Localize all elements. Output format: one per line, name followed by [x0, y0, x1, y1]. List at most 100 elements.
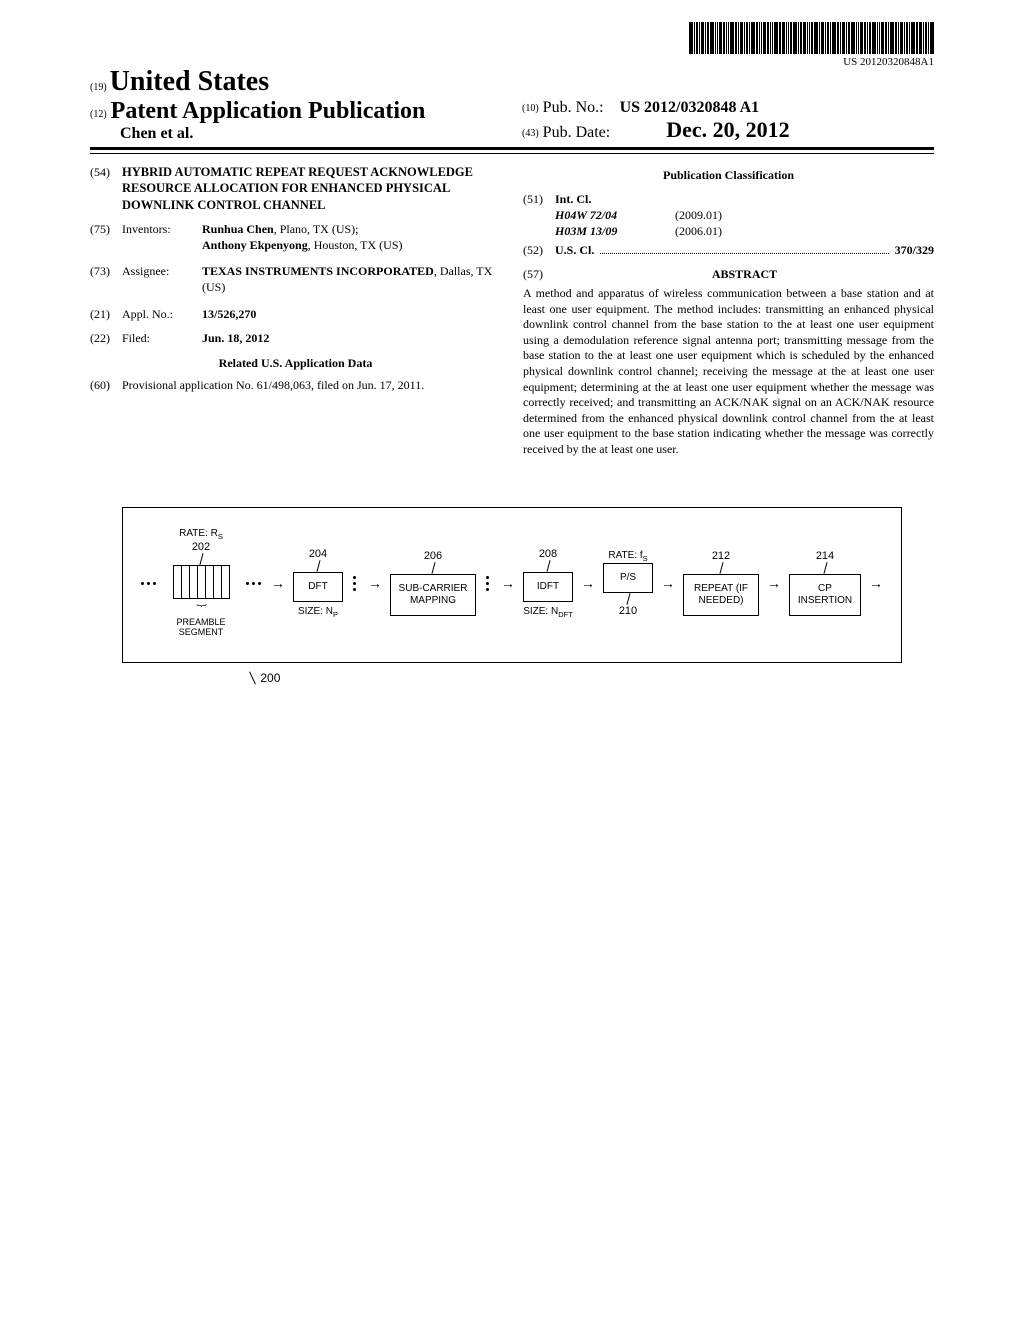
leader-line — [316, 560, 320, 572]
ellipsis-icon — [139, 582, 158, 585]
rate-rs-label: RATE: RS — [179, 528, 223, 541]
ref-212: 212 — [712, 550, 730, 562]
inid-21: (21) — [90, 306, 122, 322]
arrow-right-icon: → — [499, 575, 517, 591]
header-rule — [90, 147, 934, 154]
size-np-label: SIZE: NP — [298, 606, 338, 619]
repeat-block: REPEAT (IF NEEDED) — [683, 574, 759, 616]
size-ndft-label: SIZE: NDFT — [523, 606, 573, 619]
inventor-2-location: , Houston, TX (US) — [308, 238, 403, 252]
intcl-1-code: H04W 72/04 — [555, 207, 675, 223]
arrow-right-icon: → — [659, 575, 677, 591]
intcl-label: Int. Cl. — [555, 191, 934, 207]
inid-51: (51) — [523, 191, 555, 240]
figure-box: RATE: RS 202 ︸ PREAMBLE SEGMENT → 204 — [122, 507, 902, 663]
ref-200: 200 — [260, 671, 280, 685]
barcode-block: US 20120320848A1 — [689, 22, 934, 68]
publication-type: Patent Application Publication — [111, 98, 426, 124]
inid-57: (57) — [523, 266, 555, 282]
arrow-right-icon: → — [765, 575, 783, 591]
related-data-header: Related U.S. Application Data — [90, 356, 501, 371]
inventor-2-name: Anthony Ekpenyong — [202, 238, 308, 252]
publication-number: US 2012/0320848 A1 — [620, 99, 760, 116]
filed-label: Filed: — [122, 330, 202, 346]
arrow-right-icon: → — [366, 575, 384, 591]
ref-204: 204 — [309, 548, 327, 560]
inid-73: (73) — [90, 263, 122, 295]
intcl-2-code: H03M 13/09 — [555, 223, 675, 239]
classification-header: Publication Classification — [523, 168, 934, 183]
inid-22: (22) — [90, 330, 122, 346]
vdots-icon — [349, 576, 360, 591]
application-number: 13/526,270 — [202, 306, 501, 322]
preamble-block: ︸ PREAMBLE SEGMENT — [164, 565, 238, 638]
body-columns: (54) HYBRID AUTOMATIC REPEAT REQUEST ACK… — [90, 164, 934, 457]
ref-206: 206 — [424, 550, 442, 562]
pubdate-label: Pub. Date: — [543, 124, 611, 141]
assignee-value: TEXAS INSTRUMENTS INCORPORATED, Dallas, … — [202, 263, 501, 295]
barcode-number: US 20120320848A1 — [689, 56, 934, 68]
inid-19: (19) — [90, 82, 107, 93]
inid-10: (10) — [522, 103, 539, 114]
inid-75: (75) — [90, 221, 122, 253]
header: (19) United States (12) Patent Applicati… — [90, 66, 934, 143]
dft-block: DFT — [293, 572, 343, 602]
preamble-bars-icon — [173, 565, 230, 599]
applno-label: Appl. No.: — [122, 306, 202, 322]
arrow-right-icon: → — [579, 575, 597, 591]
invention-title: HYBRID AUTOMATIC REPEAT REQUEST ACKNOWLE… — [122, 164, 501, 213]
provisional-text: Provisional application No. 61/498,063, … — [122, 377, 501, 393]
inventor-1-location: , Plano, TX (US); — [274, 222, 359, 236]
assignee-label: Assignee: — [122, 263, 202, 295]
leader-line — [823, 562, 827, 574]
ref-208: 208 — [539, 548, 557, 560]
intcl-1-date: (2009.01) — [675, 207, 722, 223]
authors: Chen et al. — [120, 125, 502, 143]
vdots-icon — [482, 576, 493, 591]
inventor-1-name: Runhua Chen — [202, 222, 274, 236]
inid-54: (54) — [90, 164, 122, 213]
filed-date: Jun. 18, 2012 — [202, 330, 501, 346]
right-column: Publication Classification (51) Int. Cl.… — [523, 164, 934, 457]
idft-block: IDFT — [523, 572, 573, 602]
inid-43: (43) — [522, 128, 539, 139]
brace-icon: ︸ — [197, 601, 206, 616]
inventors-label: Inventors: — [122, 221, 202, 253]
assignee-name: TEXAS INSTRUMENTS INCORPORATED — [202, 264, 434, 278]
uscl-label: U.S. Cl. — [555, 242, 594, 258]
ellipsis-icon — [244, 582, 263, 585]
inid-60: (60) — [90, 377, 122, 393]
rate-fs-label: RATE: fS — [608, 550, 647, 563]
cp-block: CP INSERTION — [789, 574, 861, 616]
country: United States — [110, 66, 269, 97]
ps-block: P/S — [603, 563, 653, 593]
intcl-2-date: (2006.01) — [675, 223, 722, 239]
leader-line — [546, 560, 550, 572]
abstract-label: ABSTRACT — [555, 266, 934, 282]
arrow-right-icon: → — [867, 575, 885, 591]
uscl-leader-dots — [600, 253, 888, 254]
ref-210: 210 — [619, 605, 637, 617]
subcarrier-block: SUB-CARRIER MAPPING — [390, 574, 476, 616]
inid-52: (52) — [523, 242, 555, 258]
uscl-value: 370/329 — [895, 242, 934, 258]
pubno-label: Pub. No.: — [543, 99, 604, 116]
leader-line — [249, 672, 256, 685]
patent-page: US 20120320848A1 (19) United States (12)… — [0, 0, 1024, 1320]
leader-line — [199, 554, 203, 566]
leader-line — [719, 562, 723, 574]
publication-date: Dec. 20, 2012 — [666, 117, 789, 142]
ref-200-callout: 200 — [252, 671, 902, 685]
arrow-right-icon: → — [269, 575, 287, 591]
barcode-icon — [689, 22, 934, 54]
ref-214: 214 — [816, 550, 834, 562]
abstract-text: A method and apparatus of wireless commu… — [523, 286, 934, 458]
leader-line — [431, 562, 435, 574]
inid-12: (12) — [90, 109, 107, 120]
left-column: (54) HYBRID AUTOMATIC REPEAT REQUEST ACK… — [90, 164, 501, 457]
figure-200: RATE: RS 202 ︸ PREAMBLE SEGMENT → 204 — [122, 507, 902, 685]
ref-202: 202 — [192, 541, 210, 553]
inventors-value: Runhua Chen, Plano, TX (US); Anthony Ekp… — [202, 221, 501, 253]
leader-line — [626, 593, 630, 605]
preamble-label: PREAMBLE SEGMENT — [164, 618, 238, 638]
